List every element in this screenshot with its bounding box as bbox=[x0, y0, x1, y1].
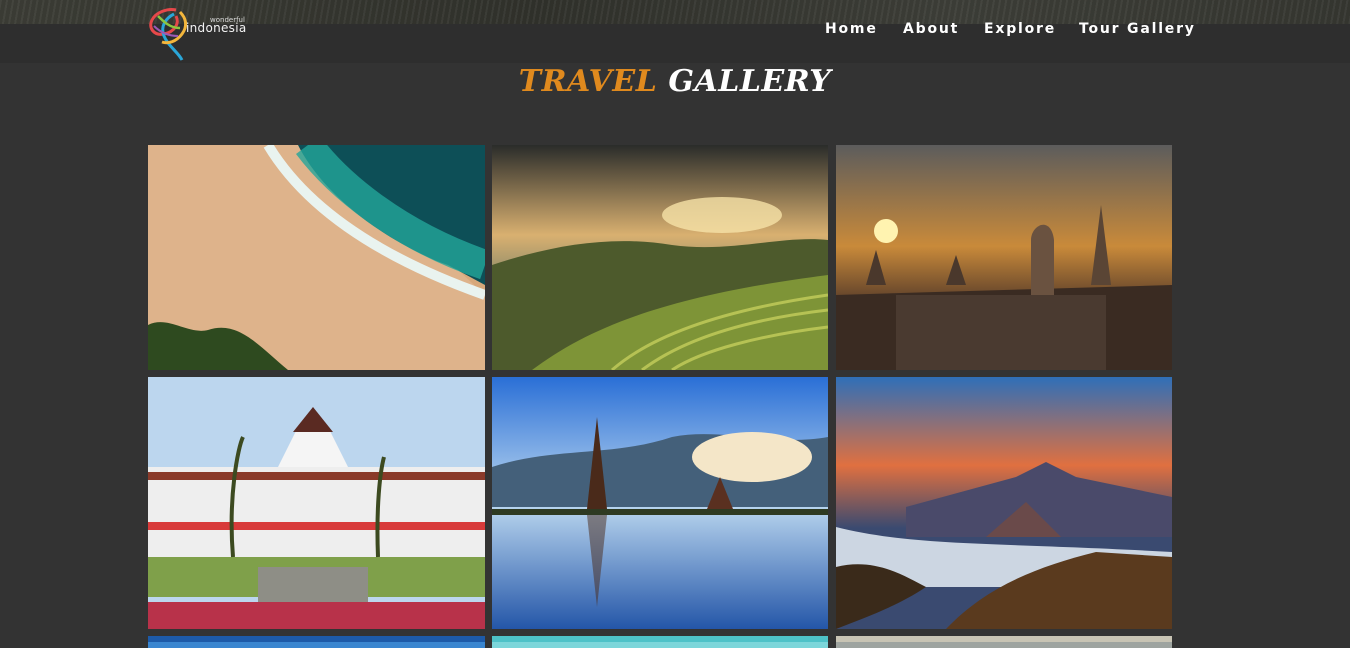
gallery-image-rice-terraces[interactable] bbox=[492, 145, 828, 370]
gallery-image-row3-right[interactable] bbox=[836, 636, 1172, 648]
nav-about[interactable]: About bbox=[903, 21, 959, 37]
gallery-image-row3-middle[interactable] bbox=[492, 636, 828, 648]
page-title-main: GALLERY bbox=[668, 64, 832, 99]
page-title-accent: TRAVEL bbox=[518, 64, 658, 99]
gallery-image-bromo[interactable] bbox=[836, 377, 1172, 629]
main-nav: Home About Explore Tour Gallery bbox=[0, 21, 1350, 41]
gallery-image-row3-left[interactable] bbox=[148, 636, 485, 648]
gallery-image-ulun-danu[interactable] bbox=[492, 377, 828, 629]
nav-tour-gallery[interactable]: Tour Gallery bbox=[1079, 21, 1196, 37]
gallery-image-borobudur[interactable] bbox=[836, 145, 1172, 370]
page-title: TRAVEL GALLERY bbox=[0, 64, 1350, 99]
gallery-image-gedung-sate[interactable] bbox=[148, 377, 485, 629]
nav-home[interactable]: Home bbox=[825, 21, 878, 37]
gallery-image-beach[interactable] bbox=[148, 145, 485, 370]
nav-explore[interactable]: Explore bbox=[984, 21, 1056, 37]
site-header: wonderful indonesia Home About Explore T… bbox=[0, 0, 1350, 63]
